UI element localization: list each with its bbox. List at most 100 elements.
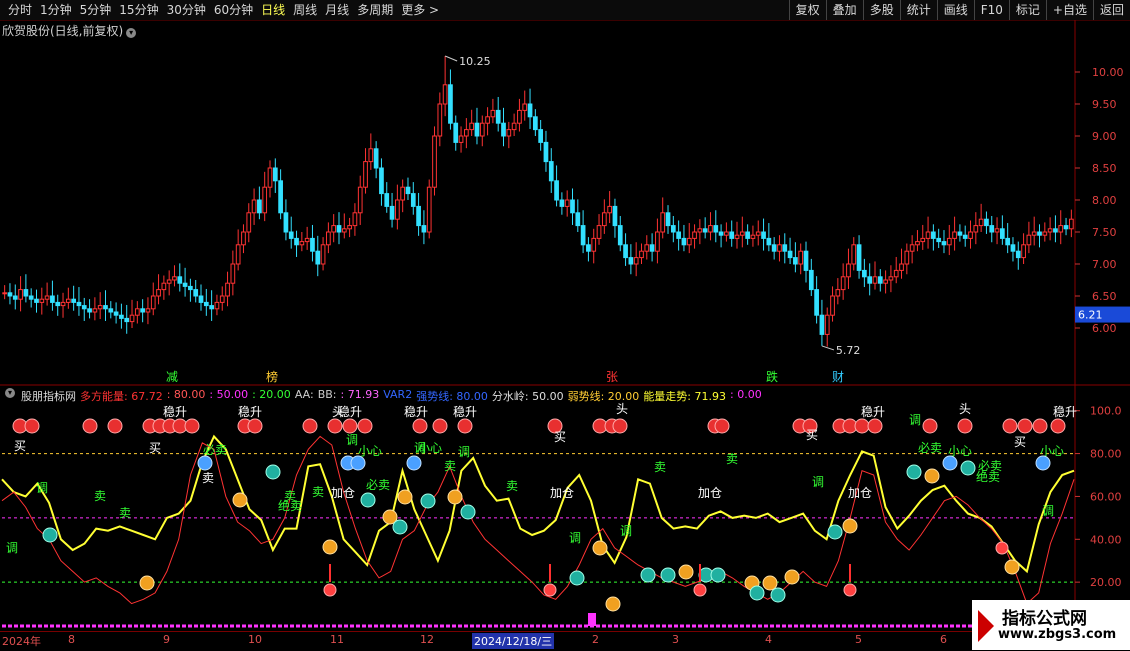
down-marker-14 [906, 464, 922, 480]
signal-label-47: 绝卖 [976, 469, 1000, 484]
signal-label-17: 卖 [202, 471, 214, 485]
signal-label-40: 加仓 [698, 486, 722, 500]
candle-body-132 [702, 228, 708, 233]
candle-body-71 [379, 167, 384, 195]
signal-label-5: 稳升 [163, 404, 187, 419]
candle-body-127 [676, 231, 681, 239]
down-marker-6 [569, 570, 585, 586]
down-marker-12 [770, 587, 786, 603]
candle-body-129 [686, 237, 692, 246]
candle-body-176 [936, 237, 942, 243]
candle-body-51 [272, 167, 278, 182]
candle-body-1 [7, 292, 13, 297]
signal-label-24: 调 [36, 481, 48, 495]
candle-body-162 [862, 269, 867, 278]
candle-body-11 [60, 301, 66, 307]
candle-body-3 [18, 289, 23, 300]
candle-body-29 [156, 289, 161, 297]
candle-body-37 [198, 295, 204, 303]
signal-label-46: 绝卖 [278, 498, 302, 513]
candle-body-164 [872, 276, 878, 284]
candle-body-159 [846, 263, 851, 278]
candle-body-46 [246, 212, 252, 233]
candle-body-146 [777, 244, 782, 252]
candle-body-25 [134, 308, 140, 316]
price-tick-label-1: 9.50 [1092, 98, 1117, 111]
blue-marker-3 [406, 455, 422, 471]
ind-tick-label-2: 60.00 [1090, 490, 1122, 503]
signal-label-11: 稳升 [1053, 404, 1077, 419]
candle-body-178 [946, 237, 952, 246]
down-marker-13 [827, 524, 843, 540]
up-marker-12 [842, 518, 858, 534]
ind-tick-label-4: 20.00 [1090, 576, 1122, 589]
candle-body-28 [150, 295, 156, 310]
low-pointer [821, 345, 835, 351]
candle-body-20 [108, 308, 114, 313]
candle-body-55 [294, 237, 299, 246]
current-price-text: 6.21 [1078, 309, 1103, 322]
candle-body-108 [575, 212, 581, 227]
signal-label-41: 加仓 [848, 486, 872, 500]
chart-canvas: 10.00 9.50 9.00 8.50 8.00 7.50 7.00 6.50 6.00 10.… [0, 20, 1130, 631]
candle-body-131 [697, 228, 703, 233]
candle-body-113 [601, 212, 607, 227]
candle-body-60 [320, 244, 326, 265]
candle-body-149 [793, 257, 798, 265]
candle-body-27 [145, 308, 151, 313]
candle-body-150 [798, 250, 804, 265]
candle-body-39 [209, 305, 214, 310]
candle-body-62 [331, 225, 337, 233]
up-marker-2 [322, 539, 338, 555]
signal-dot-23 [714, 418, 730, 434]
signal-label-4: 买 [1014, 435, 1026, 449]
candle-body-74 [395, 199, 400, 220]
candle-body-117 [623, 244, 628, 259]
signal-dot-3 [107, 418, 123, 434]
candle-body-169 [899, 263, 904, 271]
candle-body-194 [1031, 231, 1037, 236]
candle-body-5 [28, 295, 34, 300]
date-label-6: 2024/12/18/三 [472, 633, 555, 649]
date-label-11: 6 [940, 633, 947, 646]
candle-body-17 [92, 308, 98, 313]
blue-marker-0 [197, 455, 213, 471]
signal-label-3: 买 [806, 428, 818, 442]
candle-body-130 [692, 231, 697, 239]
high-pointer [444, 55, 458, 62]
down-marker-10 [710, 567, 726, 583]
candle-body-174 [925, 231, 931, 239]
event-marker-0: 减 [166, 370, 178, 384]
signal-label-12: 头 [332, 405, 344, 419]
candle-body-43 [230, 263, 236, 284]
signal-dot-32 [1002, 418, 1018, 434]
candle-body-102 [543, 141, 549, 163]
candle-body-179 [952, 231, 957, 239]
up-marker-0 [139, 575, 155, 591]
signal-label-30: 调 [620, 524, 632, 538]
candle-body-53 [283, 212, 289, 233]
signal-label-19: 卖 [312, 485, 324, 499]
signal-label-23: 卖 [726, 452, 738, 466]
candle-body-42 [225, 282, 230, 297]
watermark: 指标公式网 www.zbgs3.com [972, 600, 1130, 650]
signal-dot-16 [432, 418, 448, 434]
down-marker-8 [660, 567, 676, 583]
candle-body-147 [782, 244, 788, 252]
high-label: 10.25 [459, 55, 491, 68]
candle-body-23 [124, 317, 130, 323]
signal-label-39: 加仓 [550, 486, 574, 500]
candle-body-91 [485, 116, 490, 124]
price-tick-label-6: 7.00 [1092, 258, 1117, 271]
candle-body-189 [1005, 237, 1011, 246]
candle-body-112 [596, 225, 602, 239]
down-marker-15 [960, 460, 976, 476]
candle-body-180 [957, 231, 963, 236]
candle-body-76 [405, 186, 411, 195]
candle-body-58 [310, 237, 315, 252]
red-dot-3 [843, 583, 857, 597]
candle-body-114 [607, 205, 613, 214]
candle-body-36 [193, 289, 199, 297]
candle-body-92 [490, 109, 496, 118]
date-axis: 2024年 8 9 10 11 12 2024/12/18/三 2 3 4 5 6 [0, 631, 1076, 651]
